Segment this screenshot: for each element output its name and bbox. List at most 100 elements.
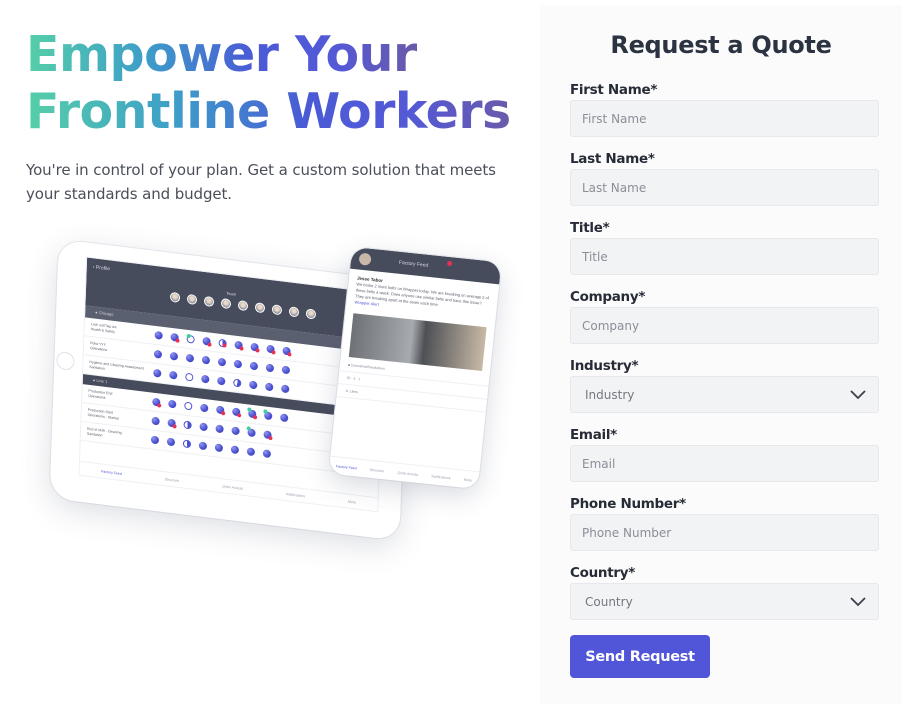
nav-item: Notifications <box>285 491 306 498</box>
industry-select[interactable]: Industry <box>570 376 879 413</box>
avatar <box>305 308 317 320</box>
last-name-field: Last Name* <box>570 150 879 206</box>
status-dot <box>265 382 274 392</box>
status-dot <box>200 403 209 413</box>
status-dot <box>183 420 192 430</box>
status-dot <box>246 447 256 457</box>
status-dot <box>249 361 259 371</box>
status-dot <box>218 338 227 348</box>
status-dot <box>168 399 177 409</box>
team-avatars <box>169 291 317 320</box>
status-dot <box>153 349 163 359</box>
status-dot <box>169 351 179 361</box>
phone-header-title: Factory Feed <box>398 259 429 269</box>
status-dot <box>217 376 226 386</box>
email-label: Email* <box>570 427 617 443</box>
status-dot <box>266 344 275 354</box>
phone-number-field: Phone Number* <box>570 495 879 551</box>
status-dot <box>247 428 256 438</box>
country-selected-value: Country <box>585 594 633 609</box>
status-dot <box>248 409 257 419</box>
country-label: Country* <box>570 565 635 581</box>
industry-selected-value: Industry <box>585 387 635 402</box>
country-select[interactable]: Country <box>570 583 879 620</box>
status-dot <box>154 330 163 340</box>
status-dot <box>170 332 179 342</box>
status-dot <box>185 353 195 363</box>
status-dot <box>182 439 192 449</box>
nav-item: Structure <box>164 476 180 483</box>
chevron-down-icon <box>850 389 866 399</box>
status-dot <box>249 380 258 390</box>
avatar <box>203 295 215 308</box>
company-field: Company* <box>570 288 879 344</box>
email-input[interactable] <box>570 445 879 482</box>
status-dot <box>202 336 211 346</box>
title-label: Title* <box>570 220 610 236</box>
email-field: Email* <box>570 426 879 482</box>
phone-mockup: Factory Feed Jesse Tabor We broke 2 more… <box>328 246 502 490</box>
status-dot <box>199 422 208 432</box>
status-dot <box>265 363 275 373</box>
country-field: Country* Country <box>570 564 879 620</box>
quote-form-panel: Request a Quote First Name* Last Name* T… <box>540 5 902 704</box>
status-dot <box>150 435 160 445</box>
status-dot <box>264 411 273 421</box>
status-dot <box>214 443 224 453</box>
hero-title: Empower Your Frontline Workers <box>26 26 516 140</box>
status-dot <box>152 397 161 407</box>
avatar <box>169 291 181 303</box>
status-dot <box>186 334 195 344</box>
tablet-home-button <box>56 350 75 372</box>
hero-title-line-1: Empower Your <box>26 26 417 83</box>
avatar <box>358 252 372 266</box>
avatar <box>237 300 249 312</box>
nav-item: Quick Access <box>221 483 244 491</box>
hero-subtitle: You're in control of your plan. Get a cu… <box>26 161 496 203</box>
hero-section: Empower Your Frontline Workers You're in… <box>26 26 516 206</box>
status-dot <box>169 370 178 380</box>
avatar <box>271 304 283 316</box>
phone-number-label: Phone Number* <box>570 496 686 512</box>
last-name-input[interactable] <box>570 169 879 206</box>
avatar <box>220 297 232 310</box>
status-dot <box>215 424 224 434</box>
title-input[interactable] <box>570 238 879 275</box>
notification-badge <box>446 260 453 267</box>
status-dot <box>281 384 290 394</box>
status-dot <box>282 346 291 356</box>
status-dot <box>167 418 176 428</box>
status-dot <box>151 416 160 426</box>
nav-item: Structure <box>369 467 385 473</box>
status-dot <box>280 413 289 423</box>
avatar <box>288 306 300 318</box>
company-input[interactable] <box>570 307 879 344</box>
nav-item: Factory Feed <box>101 468 122 476</box>
status-dot <box>184 401 193 411</box>
quote-form: First Name* Last Name* Title* Company* I… <box>570 81 879 678</box>
tablet-team-label: Team <box>226 290 237 297</box>
nav-item: Factory Feed <box>335 463 357 470</box>
nav-item: Quick Access <box>397 470 419 477</box>
nav-item: More <box>463 477 473 483</box>
status-dot <box>153 368 162 378</box>
industry-label: Industry* <box>570 358 639 374</box>
form-title: Request a Quote <box>610 31 832 59</box>
status-dot <box>216 405 225 415</box>
status-dot <box>231 426 240 436</box>
nav-item: Notifications <box>431 473 451 480</box>
status-dot <box>201 355 211 365</box>
chevron-down-icon <box>850 596 866 606</box>
first-name-label: First Name* <box>570 82 658 98</box>
phone-number-input[interactable] <box>570 514 879 551</box>
send-request-button[interactable]: Send Request <box>570 635 710 678</box>
avatar <box>254 302 266 314</box>
last-name-label: Last Name* <box>570 151 655 167</box>
nav-item: More <box>347 499 357 505</box>
tablet-back-link: ‹ Profile <box>92 264 111 273</box>
product-illustration: ‹ Profile Team ● Chicago Lock out/Tag ou… <box>44 239 504 578</box>
status-dot <box>217 357 227 367</box>
hero-title-line-2: Frontline Workers <box>26 83 511 140</box>
status-dot <box>281 365 291 375</box>
first-name-input[interactable] <box>570 100 879 137</box>
